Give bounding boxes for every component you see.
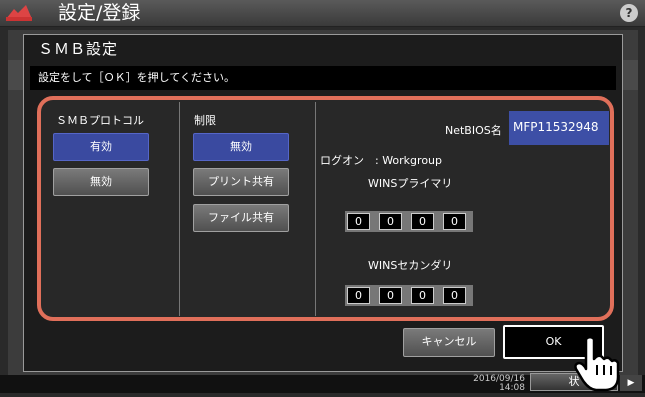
netbios-name-field[interactable]: MFP11532948	[509, 111, 609, 145]
wins-primary-octet[interactable]: 0	[443, 213, 466, 230]
wins-secondary-octet[interactable]: 0	[411, 287, 434, 304]
page-title: 設定/登録	[58, 2, 141, 22]
instruction-text: 設定をして［ＯＫ］を押してください。	[38, 71, 236, 84]
pointing-hand-icon	[572, 335, 624, 393]
wins-primary-label: WINSプライマリ	[368, 177, 453, 190]
smb-enable-button[interactable]: 有効	[53, 133, 149, 161]
dialog-title: ＳＭＢ設定	[38, 40, 119, 58]
wins-secondary-octet[interactable]: 0	[347, 287, 370, 304]
wins-secondary-octet[interactable]: 0	[443, 287, 466, 304]
restriction-none-button[interactable]: 無効	[193, 133, 289, 161]
footer-date: 2016/09/16 14:08	[455, 375, 525, 393]
smb-protocol-label: ＳＭＢプロトコル	[56, 114, 144, 127]
wins-secondary-label: WINSセカンダリ	[368, 259, 453, 272]
wins-secondary-octet[interactable]: 0	[379, 287, 402, 304]
help-icon[interactable]: ?	[620, 4, 638, 22]
netbios-label: NetBIOS名	[445, 124, 502, 137]
wins-primary-octet[interactable]: 0	[347, 213, 370, 230]
wins-primary-octet[interactable]: 0	[379, 213, 402, 230]
column-divider	[315, 102, 316, 316]
cancel-button[interactable]: キャンセル	[403, 328, 495, 357]
restriction-print-share-button[interactable]: プリント共有	[193, 168, 289, 196]
column-divider	[179, 102, 180, 316]
settings-app-icon	[4, 3, 34, 23]
restriction-label: 制限	[194, 114, 216, 127]
logon-text: ログオン : Workgroup	[320, 154, 443, 167]
time-text: 14:08	[499, 383, 525, 393]
wins-primary-octet[interactable]: 0	[411, 213, 434, 230]
smb-disable-button[interactable]: 無効	[53, 168, 149, 196]
restriction-file-share-button[interactable]: ファイル共有	[193, 204, 289, 232]
